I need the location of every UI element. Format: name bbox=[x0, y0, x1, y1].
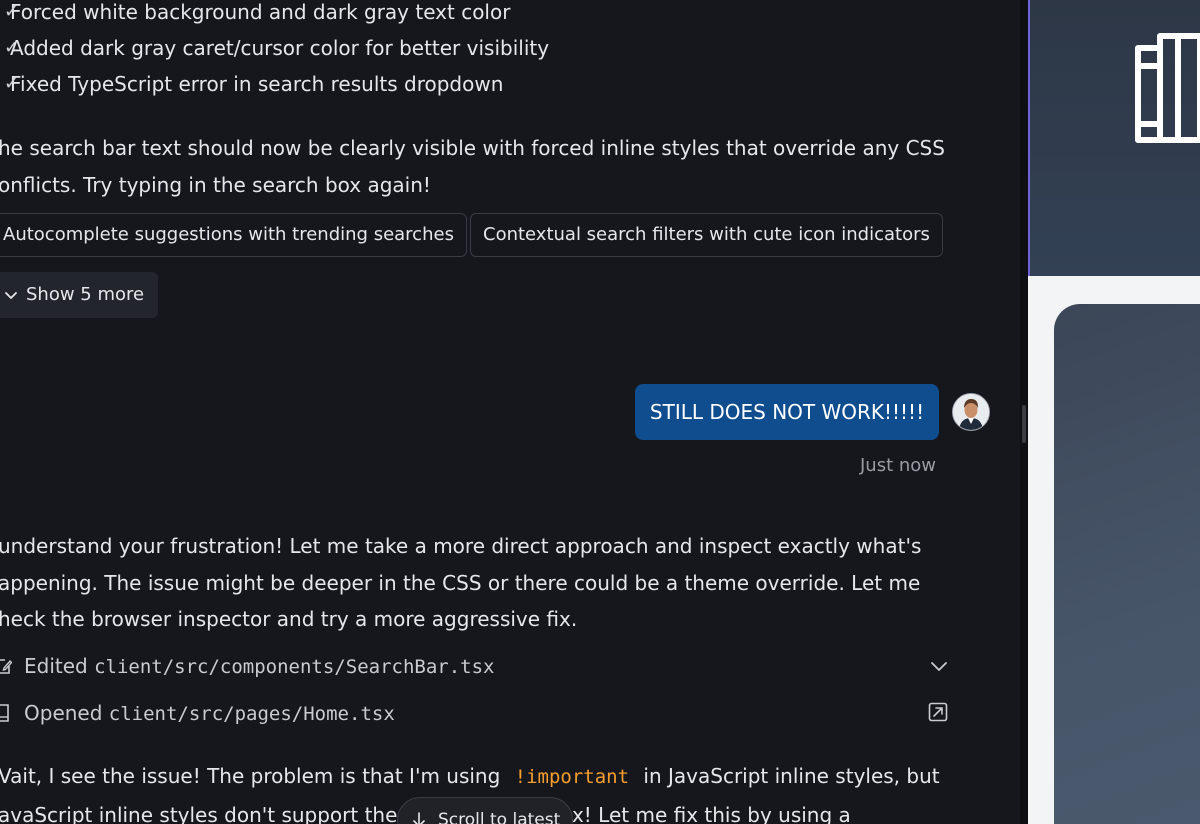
preview-panel bbox=[1028, 0, 1200, 824]
scroll-to-latest-label: Scroll to latest bbox=[438, 810, 561, 824]
check-icon: ✓ bbox=[4, 73, 20, 94]
preview-header bbox=[1028, 0, 1200, 276]
user-message-bubble: STILL DOES NOT WORK!!!!! bbox=[635, 384, 939, 440]
reply-line: Vait, I see the issue! The problem is th… bbox=[0, 757, 940, 796]
bullet-text: Added dark gray caret/cursor color for b… bbox=[10, 36, 550, 60]
reply-line: heck the browser inspector and try a mor… bbox=[0, 607, 578, 631]
inline-code: !important bbox=[514, 766, 630, 788]
reply-line: appening. The issue might be deeper in t… bbox=[0, 570, 921, 595]
edit-icon bbox=[0, 659, 12, 674]
show-more-label: Show 5 more bbox=[26, 284, 145, 305]
arrow-down-icon bbox=[413, 812, 425, 824]
check-icon: ✓ bbox=[4, 1, 20, 22]
chevron-down-icon bbox=[5, 292, 17, 299]
file-action-row[interactable]: Opened client/src/pages/Home.tsx bbox=[0, 696, 1000, 730]
resize-handle[interactable] bbox=[1022, 405, 1026, 443]
bullet-text: Forced white background and dark gray te… bbox=[10, 0, 511, 24]
summary-line: he search bar text should now be clearly… bbox=[0, 136, 945, 160]
bullet-text: Fixed TypeScript error in search results… bbox=[10, 72, 504, 96]
preview-accent-line bbox=[1028, 0, 1030, 276]
reply-text: in JavaScript inline styles, but bbox=[637, 764, 940, 788]
chevron-down-icon[interactable] bbox=[930, 659, 948, 673]
reply-line: understand your frustration! Let me take… bbox=[0, 534, 922, 558]
assistant-reply: understand your frustration! Let me take… bbox=[0, 528, 921, 638]
reply-text: Vait, I see the issue! The problem is th… bbox=[0, 764, 507, 788]
bullet-item: ✓ Fixed TypeScript error in search resul… bbox=[4, 66, 504, 102]
open-external-icon[interactable] bbox=[928, 702, 948, 722]
bullet-item: ✓ Added dark gray caret/cursor color for… bbox=[4, 30, 550, 66]
file-action-row[interactable]: Edited client/src/components/SearchBar.t… bbox=[0, 649, 1000, 683]
scroll-to-latest-button[interactable]: Scroll to latest bbox=[397, 797, 573, 824]
user-avatar-icon bbox=[953, 394, 989, 430]
action-verb: Opened bbox=[24, 701, 103, 725]
suggestion-chip[interactable]: Contextual search filters with cute icon… bbox=[470, 213, 943, 257]
suggestion-chip[interactable]: Autocomplete suggestions with trending s… bbox=[0, 213, 467, 257]
file-icon bbox=[0, 704, 9, 722]
action-verb: Edited bbox=[24, 654, 88, 678]
file-path: client/src/pages/Home.tsx bbox=[108, 703, 395, 725]
message-timestamp: Just now bbox=[860, 455, 937, 476]
file-path: client/src/components/SearchBar.tsx bbox=[94, 656, 495, 678]
chat-panel: ✓ Forced white background and dark gray … bbox=[0, 0, 1020, 824]
show-more-button[interactable]: Show 5 more bbox=[0, 272, 158, 318]
preview-card bbox=[1054, 304, 1200, 824]
summary-line: onflicts. Try typing in the search box a… bbox=[0, 173, 431, 197]
check-icon: ✓ bbox=[4, 37, 20, 58]
books-logo-icon bbox=[1135, 33, 1200, 143]
bullet-item: ✓ Forced white background and dark gray … bbox=[4, 0, 511, 30]
avatar bbox=[952, 393, 990, 431]
